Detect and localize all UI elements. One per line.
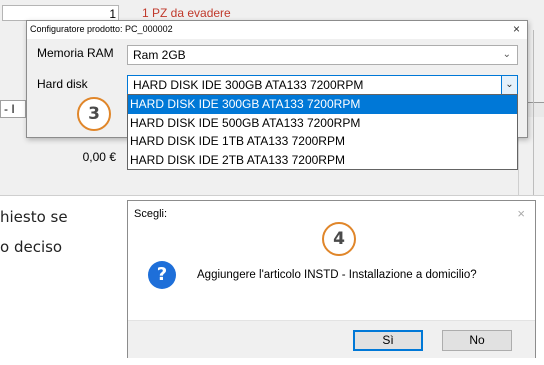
dialog-title: Configuratore prodotto: PC_000002 (30, 24, 173, 34)
ram-select-value: Ram 2GB (133, 48, 186, 62)
yes-button[interactable]: Sì (353, 330, 423, 351)
quantity-field[interactable]: 1 (2, 5, 119, 21)
dialog-message: Aggiungere l'articolo INSTD - Installazi… (197, 269, 477, 281)
close-icon[interactable]: × (517, 206, 525, 221)
no-button[interactable]: No (442, 330, 512, 351)
dropdown-option[interactable]: HARD DISK IDE 2TB ATA133 7200RPM (128, 151, 517, 170)
document-text-line: o deciso (0, 238, 63, 256)
dropdown-option[interactable]: HARD DISK IDE 1TB ATA133 7200RPM (128, 132, 517, 151)
chevron-down-icon[interactable]: ⌄ (501, 76, 517, 94)
dropdown-option[interactable]: HARD DISK IDE 300GB ATA133 7200RPM (128, 95, 517, 114)
panel-border (533, 30, 534, 195)
ram-label: Memoria RAM (37, 46, 114, 60)
step-badge-3: 3 (77, 97, 111, 131)
dropdown-option[interactable]: HARD DISK IDE 500GB ATA133 7200RPM (128, 114, 517, 133)
close-icon[interactable]: × (513, 22, 520, 36)
hard-disk-label: Hard disk (37, 77, 88, 91)
dialog-titlebar[interactable]: Configuratore prodotto: PC_000002 × (27, 21, 527, 39)
step-badge-4: 4 (322, 222, 356, 256)
ram-select[interactable]: Ram 2GB ⌄ (127, 45, 518, 65)
document-text-line: hiesto se (0, 208, 68, 226)
chevron-down-icon[interactable]: ⌄ (503, 46, 511, 64)
row-cell[interactable]: - I (0, 100, 26, 118)
hard-disk-dropdown-list: HARD DISK IDE 300GB ATA133 7200RPM HARD … (127, 94, 518, 170)
question-icon: ? (148, 261, 176, 289)
pending-quantity-text: 1 PZ da evadere (142, 6, 231, 20)
amount-value: 0,00 € (82, 150, 116, 164)
hard-disk-select-value: HARD DISK IDE 300GB ATA133 7200RPM (133, 78, 364, 92)
hard-disk-select[interactable]: HARD DISK IDE 300GB ATA133 7200RPM ⌄ (127, 75, 518, 95)
dialog-footer: Sì No (128, 320, 535, 358)
dialog-title: Scegli: (134, 208, 168, 220)
